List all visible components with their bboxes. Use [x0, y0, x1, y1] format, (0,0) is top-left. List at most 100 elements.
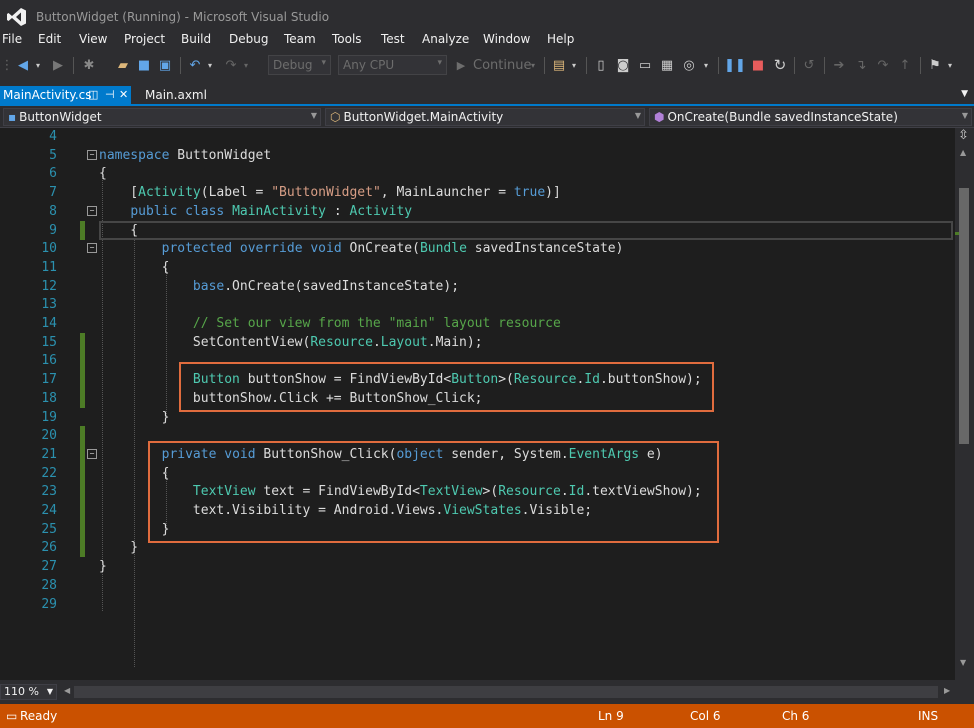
- close-icon[interactable]: ✕: [119, 88, 128, 101]
- code-line[interactable]: 22 {: [0, 463, 955, 483]
- thread-flags-icon[interactable]: ⚑: [926, 56, 944, 74]
- code-line[interactable]: 28: [0, 576, 955, 595]
- hot-reload-icon[interactable]: ↺: [800, 56, 818, 74]
- collapse-icon[interactable]: −: [87, 205, 97, 216]
- menu-project[interactable]: Project: [124, 32, 165, 46]
- menu-team[interactable]: Team: [284, 32, 316, 46]
- code-line[interactable]: 14 // Set our view from the "main" layou…: [0, 314, 955, 333]
- new-project-icon[interactable]: ✱: [80, 56, 98, 74]
- code-line[interactable]: 19 }: [0, 408, 955, 427]
- code-line[interactable]: 29: [0, 595, 955, 614]
- output-icon[interactable]: ▭: [6, 709, 17, 723]
- code-line[interactable]: 15 SetContentView(Resource.Layout.Main);: [0, 332, 955, 352]
- solution-platform-select[interactable]: Any CPU ▾: [338, 55, 447, 75]
- split-editor-icon[interactable]: ⇳: [958, 128, 969, 143]
- code-line[interactable]: 21 − private void ButtonShow_Click(object…: [0, 444, 955, 464]
- chevron-down-icon[interactable]: ▾: [570, 56, 578, 74]
- code-line[interactable]: 23 TextView text = FindViewById<TextView…: [0, 482, 955, 502]
- continue-button[interactable]: Continue: [473, 56, 531, 74]
- tab-main-axml[interactable]: Main.axml: [145, 88, 207, 102]
- navigate-back-icon[interactable]: ◀: [14, 56, 32, 74]
- redo-icon[interactable]: ↷: [222, 56, 240, 74]
- code-line[interactable]: 26 }: [0, 538, 955, 558]
- scroll-left-icon[interactable]: ◀: [64, 686, 70, 695]
- save-icon[interactable]: ■: [136, 56, 152, 74]
- type-select[interactable]: ⬡ ButtonWidget.MainActivity ▼: [325, 108, 645, 126]
- code-line[interactable]: 13: [0, 295, 955, 314]
- step-into-icon[interactable]: ↴: [853, 56, 869, 74]
- menu-debug[interactable]: Debug: [229, 32, 268, 46]
- scroll-thumb[interactable]: [959, 188, 969, 444]
- member-select[interactable]: ⬢ OnCreate(Bundle savedInstanceState) ▼: [649, 108, 972, 126]
- collapse-icon[interactable]: −: [87, 243, 97, 254]
- chevron-down-icon[interactable]: ▾: [702, 56, 710, 74]
- code-line[interactable]: 8 − public class MainActivity : Activity: [0, 202, 955, 221]
- active-files-dropdown-icon[interactable]: ▼: [961, 89, 968, 99]
- menu-test[interactable]: Test: [381, 32, 405, 46]
- process-icon[interactable]: ▤: [550, 56, 568, 74]
- solution-configuration-select[interactable]: Debug ▾: [268, 55, 331, 75]
- project-select[interactable]: ▪ ButtonWidget ▼: [3, 108, 321, 126]
- chevron-down-icon[interactable]: ▾: [34, 56, 42, 74]
- tab-dropdown-icon[interactable]: ◫: [88, 88, 98, 101]
- code-line[interactable]: 25 }: [0, 519, 955, 539]
- code-line[interactable]: 27}: [0, 557, 955, 576]
- undo-icon[interactable]: ↶: [186, 56, 204, 74]
- open-file-icon[interactable]: ▰: [114, 56, 132, 74]
- show-next-statement-icon[interactable]: ➔: [831, 56, 847, 74]
- break-all-pause-icon[interactable]: ❚❚: [724, 56, 746, 74]
- code-line[interactable]: 17 Button buttonShow = FindViewById<Butt…: [0, 370, 955, 390]
- code-line[interactable]: 24 text.Visibility = Android.Views.ViewS…: [0, 501, 955, 520]
- menu-edit[interactable]: Edit: [38, 32, 61, 46]
- chevron-down-icon[interactable]: ▾: [242, 56, 250, 74]
- emulator-icon[interactable]: ▭: [636, 56, 654, 74]
- code-editor[interactable]: 4 5− namespace ButtonWidget 6{7 [Activity(L…: [0, 128, 955, 680]
- stop-debugging-icon[interactable]: ■: [750, 56, 766, 74]
- code-token: >(: [498, 372, 514, 388]
- horizontal-scrollbar[interactable]: [74, 686, 938, 698]
- code-line[interactable]: 4: [0, 128, 955, 146]
- status-insert-mode: INS: [918, 709, 939, 723]
- chevron-down-icon[interactable]: ▾: [946, 56, 954, 74]
- scroll-down-icon[interactable]: ▼: [960, 658, 966, 667]
- zoom-select[interactable]: 110 % ▼: [0, 684, 57, 700]
- code-line[interactable]: 6{: [0, 164, 955, 183]
- scroll-up-icon[interactable]: ▲: [960, 148, 966, 157]
- scroll-right-icon[interactable]: ▶: [944, 686, 950, 695]
- sdk-manager-icon[interactable]: ▦: [658, 56, 676, 74]
- menu-build[interactable]: Build: [181, 32, 211, 46]
- restart-icon[interactable]: ↻: [772, 56, 788, 74]
- menu-tools[interactable]: Tools: [332, 32, 362, 46]
- menu-window[interactable]: Window: [483, 32, 530, 46]
- save-all-icon[interactable]: ▣: [156, 56, 174, 74]
- menu-analyze[interactable]: Analyze: [422, 32, 469, 46]
- code-text: }: [99, 408, 170, 427]
- device-icon[interactable]: ◙: [614, 56, 632, 74]
- chevron-down-icon[interactable]: ▾: [529, 56, 537, 74]
- code-line[interactable]: 20: [0, 426, 955, 446]
- step-out-icon[interactable]: ↑: [897, 56, 913, 74]
- code-line[interactable]: 10 − protected override void OnCreate(Bun…: [0, 239, 955, 258]
- code-line[interactable]: 18 buttonShow.Click += ButtonShow_Click;: [0, 388, 955, 408]
- chevron-down-icon[interactable]: ▾: [206, 56, 214, 74]
- collapse-icon[interactable]: −: [87, 149, 97, 160]
- code-line[interactable]: 11 {: [0, 258, 955, 277]
- device-log-icon[interactable]: ◎: [680, 56, 698, 74]
- code-line[interactable]: 9 {: [0, 220, 955, 240]
- collapse-icon[interactable]: −: [87, 448, 97, 459]
- tab-mainactivity-cs[interactable]: MainActivity.cs ◫ ⊣ ✕: [0, 86, 131, 106]
- step-over-icon[interactable]: ↷: [875, 56, 891, 74]
- vertical-scrollbar[interactable]: ⇳ ▲ ▼: [955, 128, 974, 680]
- continue-play-icon[interactable]: ▶: [455, 56, 467, 74]
- code-line[interactable]: 16: [0, 351, 955, 371]
- code-line[interactable]: 7 [Activity(Label = "ButtonWidget", Main…: [0, 183, 955, 202]
- navigate-forward-icon[interactable]: ▶: [50, 56, 66, 74]
- menu-help[interactable]: Help: [547, 32, 574, 46]
- code-line[interactable]: 5 − namespace ButtonWidget: [0, 146, 955, 165]
- pin-icon[interactable]: ⊣: [105, 88, 115, 101]
- menu-file[interactable]: File: [2, 32, 22, 46]
- menu-view[interactable]: View: [79, 32, 107, 46]
- browse-icon[interactable]: ▯: [592, 56, 610, 74]
- code-line[interactable]: 12 base.OnCreate(savedInstanceState);: [0, 277, 955, 296]
